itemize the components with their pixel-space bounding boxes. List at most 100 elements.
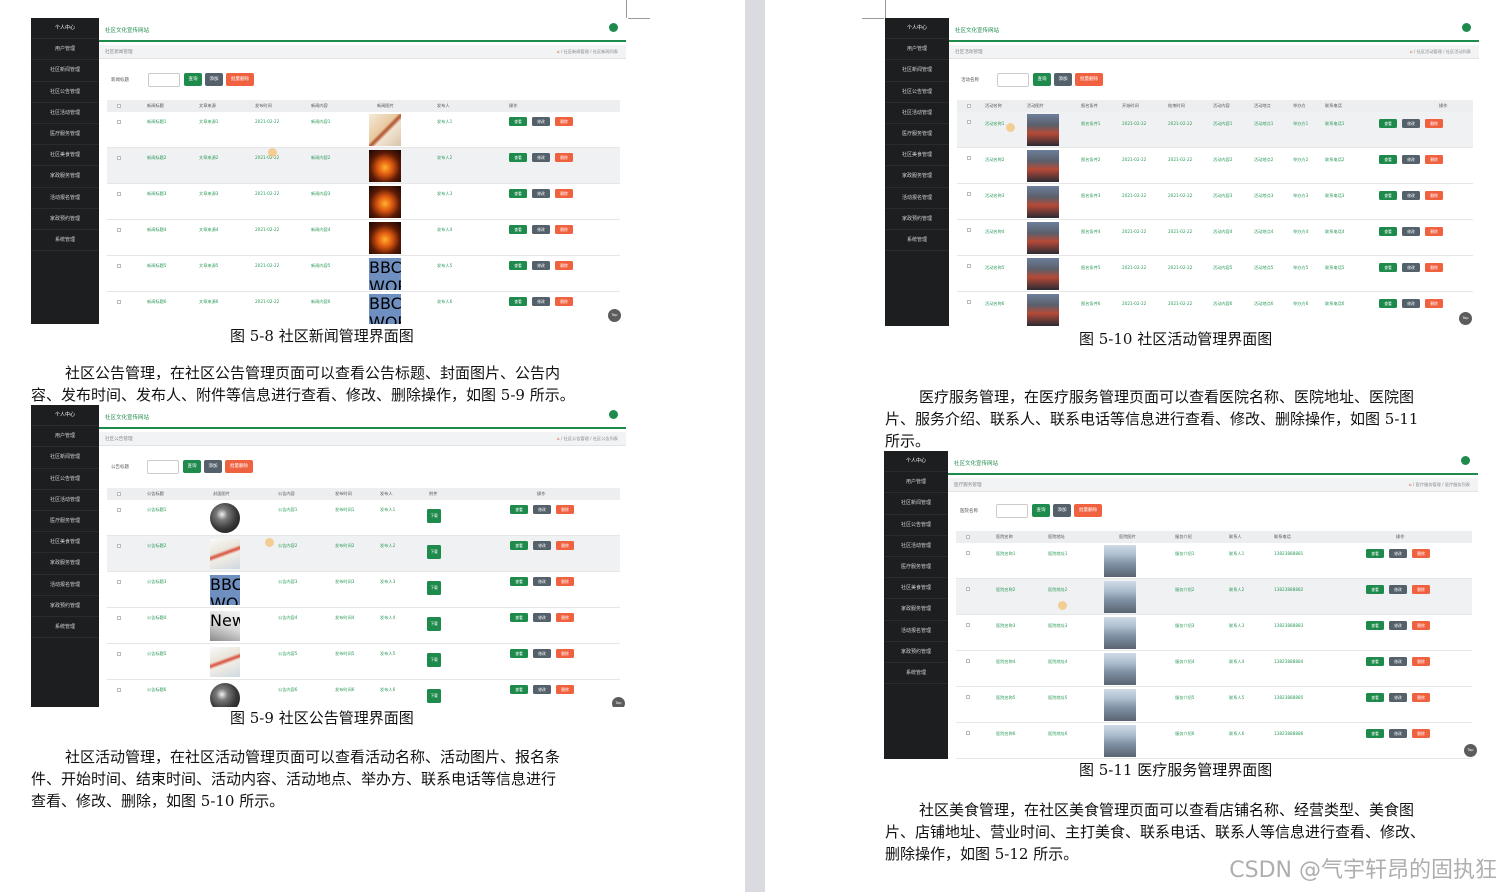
add-button[interactable]: 添加 [204, 460, 222, 473]
edit-button[interactable]: 修改 [532, 297, 550, 306]
back-to-top-button[interactable]: Top [1459, 312, 1472, 325]
sidebar-item[interactable]: 活动报名管理 [31, 188, 99, 209]
delete-button[interactable]: 删除 [1412, 729, 1430, 738]
sidebar-item[interactable]: 家政服务管理 [884, 599, 948, 621]
sidebar-item[interactable]: 医疗服务管理 [885, 124, 949, 146]
batch-delete-button[interactable]: 批量删除 [1075, 73, 1103, 86]
download-button[interactable]: 下载 [427, 653, 441, 667]
search-button[interactable]: 查询 [183, 460, 201, 473]
sidebar-item[interactable]: 社区公告管理 [884, 515, 948, 536]
delete-button[interactable]: 删除 [556, 577, 574, 586]
sidebar-item[interactable]: 用户管理 [884, 472, 948, 494]
edit-button[interactable]: 修改 [1389, 585, 1407, 594]
sidebar-item[interactable]: 家政预约管理 [885, 209, 949, 230]
row-checkbox[interactable] [117, 192, 121, 196]
delete-button[interactable]: 删除 [1425, 263, 1443, 272]
delete-button[interactable]: 删除 [555, 297, 573, 306]
sidebar-item[interactable]: 社区美食管理 [31, 145, 99, 167]
view-button[interactable]: 查看 [509, 117, 527, 126]
select-all-checkbox[interactable] [117, 492, 121, 496]
edit-button[interactable]: 修改 [533, 505, 551, 514]
row-checkbox[interactable] [117, 120, 121, 124]
edit-button[interactable]: 修改 [1389, 657, 1407, 666]
delete-button[interactable]: 删除 [555, 117, 573, 126]
user-avatar-icon[interactable] [1461, 456, 1470, 465]
sidebar-item[interactable]: 社区公告管理 [31, 469, 99, 490]
edit-button[interactable]: 修改 [1402, 191, 1420, 200]
sidebar-item[interactable]: 社区活动管理 [884, 536, 948, 557]
view-button[interactable]: 查看 [509, 297, 527, 306]
sidebar-item[interactable]: 社区美食管理 [884, 578, 948, 600]
home-icon[interactable]: ⌂ [557, 49, 561, 54]
sidebar-item[interactable]: 系统管理 [31, 617, 99, 639]
batch-delete-button[interactable]: 批量删除 [226, 73, 254, 86]
row-checkbox[interactable] [117, 688, 121, 692]
edit-button[interactable]: 修改 [533, 649, 551, 658]
home-icon[interactable]: ⌂ [1409, 482, 1413, 487]
view-button[interactable]: 查看 [1366, 693, 1384, 702]
sidebar-item[interactable]: 个人中心 [885, 18, 949, 40]
edit-button[interactable]: 修改 [1389, 621, 1407, 630]
delete-button[interactable]: 删除 [556, 685, 574, 694]
row-checkbox[interactable] [117, 508, 121, 512]
view-button[interactable]: 查看 [509, 153, 527, 162]
sidebar-item[interactable]: 活动报名管理 [884, 621, 948, 642]
sidebar-item[interactable]: 家政预约管理 [884, 642, 948, 663]
row-checkbox[interactable] [967, 300, 971, 304]
edit-button[interactable]: 修改 [532, 117, 550, 126]
delete-button[interactable]: 删除 [1412, 585, 1430, 594]
view-button[interactable]: 查看 [1366, 657, 1384, 666]
delete-button[interactable]: 删除 [555, 189, 573, 198]
sidebar-item[interactable]: 社区公告管理 [31, 82, 99, 103]
row-checkbox[interactable] [117, 300, 121, 304]
search-input[interactable] [997, 73, 1029, 87]
search-input[interactable] [148, 73, 180, 87]
view-button[interactable]: 查看 [1379, 191, 1397, 200]
delete-button[interactable]: 删除 [1412, 693, 1430, 702]
add-button[interactable]: 添加 [1054, 73, 1072, 86]
edit-button[interactable]: 修改 [533, 613, 551, 622]
delete-button[interactable]: 删除 [555, 225, 573, 234]
row-checkbox[interactable] [967, 264, 971, 268]
delete-button[interactable]: 删除 [556, 505, 574, 514]
sidebar-item[interactable]: 个人中心 [884, 451, 948, 473]
view-button[interactable]: 查看 [510, 541, 528, 550]
view-button[interactable]: 查看 [510, 505, 528, 514]
delete-button[interactable]: 删除 [1425, 155, 1443, 164]
delete-button[interactable]: 删除 [1425, 299, 1443, 308]
sidebar-item[interactable]: 社区活动管理 [885, 103, 949, 124]
edit-button[interactable]: 修改 [532, 225, 550, 234]
sidebar-item[interactable]: 社区公告管理 [885, 82, 949, 103]
edit-button[interactable]: 修改 [1402, 263, 1420, 272]
sidebar-item[interactable]: 社区活动管理 [31, 103, 99, 124]
sidebar-item[interactable]: 用户管理 [31, 39, 99, 61]
view-button[interactable]: 查看 [510, 685, 528, 694]
row-checkbox[interactable] [966, 731, 970, 735]
sidebar-item[interactable]: 个人中心 [31, 18, 99, 40]
sidebar-item[interactable]: 家政服务管理 [31, 553, 99, 575]
view-button[interactable]: 查看 [1379, 299, 1397, 308]
view-button[interactable]: 查看 [509, 261, 527, 270]
edit-button[interactable]: 修改 [1389, 729, 1407, 738]
sidebar-item[interactable]: 用户管理 [31, 426, 99, 448]
download-button[interactable]: 下载 [427, 689, 441, 703]
view-button[interactable]: 查看 [1366, 585, 1384, 594]
user-avatar-icon[interactable] [609, 23, 618, 32]
view-button[interactable]: 查看 [1379, 119, 1397, 128]
sidebar-item[interactable]: 社区新闻管理 [31, 447, 99, 469]
delete-button[interactable]: 删除 [1412, 549, 1430, 558]
delete-button[interactable]: 删除 [1412, 621, 1430, 630]
sidebar-item[interactable]: 家政服务管理 [31, 166, 99, 188]
delete-button[interactable]: 删除 [1425, 119, 1443, 128]
delete-button[interactable]: 删除 [555, 261, 573, 270]
delete-button[interactable]: 删除 [556, 649, 574, 658]
search-button[interactable]: 查询 [1033, 73, 1051, 86]
back-to-top-button[interactable]: Top [608, 309, 621, 322]
sidebar-item[interactable]: 医疗服务管理 [31, 124, 99, 146]
row-checkbox[interactable] [966, 695, 970, 699]
sidebar-item[interactable]: 系统管理 [31, 230, 99, 252]
edit-button[interactable]: 修改 [1389, 693, 1407, 702]
sidebar-item[interactable]: 系统管理 [885, 230, 949, 252]
sidebar-item[interactable]: 家政预约管理 [31, 596, 99, 617]
view-button[interactable]: 查看 [510, 613, 528, 622]
